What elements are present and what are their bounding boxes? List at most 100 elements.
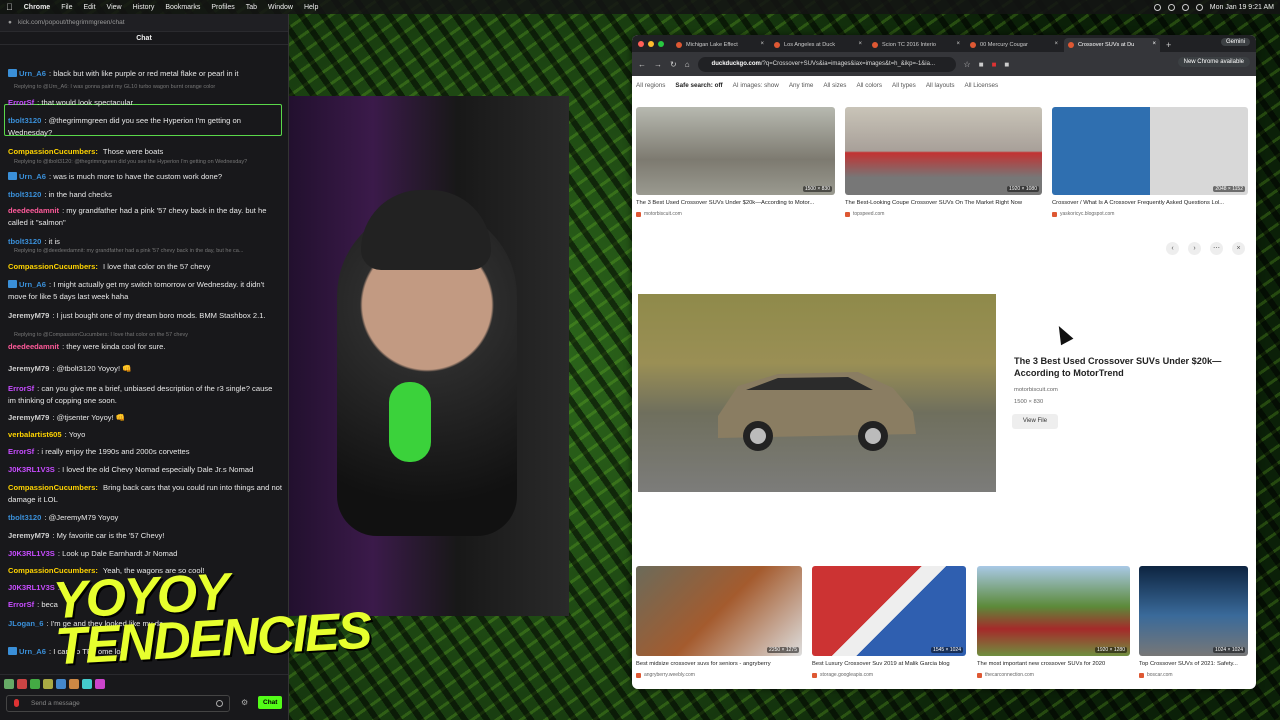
chat-username[interactable]: J0K3RL1V3S xyxy=(8,465,55,474)
chat-message[interactable]: Urn_A6: black but with like purple or re… xyxy=(8,68,282,80)
image-caption[interactable]: Best Luxury Crossover Suv 2019 at Malik … xyxy=(812,661,966,667)
microphone-icon[interactable] xyxy=(14,699,19,707)
reply-reference[interactable]: Replying to @deedeedamnit: my grandfathe… xyxy=(14,248,279,254)
previous-image-button[interactable]: ‹ xyxy=(1166,242,1179,255)
chat-username[interactable]: verbalartist605 xyxy=(8,430,62,439)
menu-edit[interactable]: Edit xyxy=(83,4,95,11)
image-caption[interactable]: The most important new crossover SUVs fo… xyxy=(977,661,1130,667)
more-options-icon[interactable]: ⋯ xyxy=(1210,242,1223,255)
reload-icon[interactable]: ↻ xyxy=(670,60,677,69)
next-image-button[interactable]: › xyxy=(1188,242,1201,255)
image-source[interactable]: boscar.com xyxy=(1139,672,1173,678)
chat-message-input[interactable]: Send a message xyxy=(6,695,230,712)
gemini-button[interactable]: Gemini xyxy=(1220,38,1250,46)
search-icon[interactable] xyxy=(1195,3,1203,11)
chat-username[interactable]: tbolt3120 xyxy=(8,237,41,246)
image-result[interactable]: 1500 × 830 xyxy=(636,107,835,195)
image-source[interactable]: topspeed.com xyxy=(845,211,884,217)
chat-username[interactable]: tbolt3120 xyxy=(8,513,41,522)
home-icon[interactable]: ⌂ xyxy=(685,60,690,69)
image-caption[interactable]: The 3 Best Used Crossover SUVs Under $20… xyxy=(636,200,835,206)
image-source[interactable]: angryberry.weebly.com xyxy=(636,672,695,678)
image-result[interactable]: 1920 × 1080 xyxy=(845,107,1042,195)
detail-title[interactable]: The 3 Best Used Crossover SUVs Under $20… xyxy=(1014,355,1224,379)
chat-username[interactable]: ErrorSf xyxy=(8,600,34,609)
emote-icon[interactable] xyxy=(43,679,53,689)
close-icon[interactable]: × xyxy=(956,41,960,47)
emote-icon[interactable] xyxy=(17,679,27,689)
chat-message[interactable]: JeremyM79: @tbolt3120 Yoyoy! 👊 xyxy=(8,363,282,375)
chat-username[interactable]: Urn_A6 xyxy=(19,172,46,181)
filter-size[interactable]: All sizes xyxy=(823,82,846,89)
chat-message[interactable]: ErrorSf: that would look spectacular xyxy=(8,97,282,109)
menu-tab[interactable]: Tab xyxy=(246,4,257,11)
chat-username[interactable]: Urn_A6 xyxy=(19,647,46,656)
chat-message[interactable]: ErrorSf: i really enjoy the 1990s and 20… xyxy=(8,446,282,458)
browser-tab[interactable]: Los Angeles at Duck × xyxy=(770,38,866,52)
filter-ai-images[interactable]: AI images: show xyxy=(733,82,779,89)
filter-layout[interactable]: All layouts xyxy=(926,82,955,89)
chat-send-button[interactable]: Chat xyxy=(258,696,283,709)
chat-message[interactable]: tbolt3120: it is xyxy=(8,236,282,248)
image-source[interactable]: thecarconnection.com xyxy=(977,672,1034,678)
menu-history[interactable]: History xyxy=(133,4,155,11)
menu-help[interactable]: Help xyxy=(304,4,318,11)
menu-profiles[interactable]: Profiles xyxy=(211,4,234,11)
chat-url[interactable]: kick.com/popout/thegrimmgreen/chat xyxy=(18,19,125,26)
gear-icon[interactable]: ⚙ xyxy=(241,698,248,707)
chat-username[interactable]: Urn_A6 xyxy=(19,280,46,289)
menu-file[interactable]: File xyxy=(61,4,72,11)
emote-icon[interactable] xyxy=(30,679,40,689)
chat-username[interactable]: CompassionCucumbers: xyxy=(8,483,98,492)
filter-region[interactable]: All regions xyxy=(636,82,665,89)
emote-icon[interactable] xyxy=(69,679,79,689)
extension-icon[interactable]: ■ xyxy=(979,60,984,69)
chat-username[interactable]: tbolt3120 xyxy=(8,190,41,199)
browser-tab[interactable]: Michigan Lake Effect × xyxy=(672,38,768,52)
close-icon[interactable]: × xyxy=(1152,41,1156,47)
chat-message[interactable]: tbolt3120: @JeremyM79 Yoyoy xyxy=(8,512,282,524)
chat-message[interactable]: JeremyM79: I just bought one of my dream… xyxy=(8,310,282,322)
image-result[interactable]: 1024 × 1024 xyxy=(1139,566,1248,656)
filter-color[interactable]: All colors xyxy=(856,82,882,89)
chat-username[interactable]: J0K3RL1V3S xyxy=(8,549,55,558)
chat-message[interactable]: tbolt3120: @thegrimmgreen did you see th… xyxy=(8,115,282,139)
close-icon[interactable]: × xyxy=(1232,242,1245,255)
chat-username[interactable]: ErrorSf xyxy=(8,384,34,393)
image-result[interactable]: 1545 × 1024 xyxy=(812,566,966,656)
chat-username[interactable]: Urn_A6 xyxy=(19,69,46,78)
chat-message[interactable]: J0K3RL1V3S: I loved the old Chevy Nomad … xyxy=(8,464,282,476)
chat-username[interactable]: J0K3RL1V3S xyxy=(8,583,55,592)
browser-tab[interactable]: Scion TC 2016 Interio × xyxy=(868,38,964,52)
menubar-datetime[interactable]: Mon Jan 19 9:21 AM xyxy=(1210,4,1274,11)
browser-tab[interactable]: 00 Mercury Cougar × xyxy=(966,38,1062,52)
battery-icon[interactable] xyxy=(1181,3,1189,11)
menu-window[interactable]: Window xyxy=(268,4,293,11)
chat-message[interactable]: J0K3RL1V3S: Look up Dale Earnhardt Jr No… xyxy=(8,548,282,560)
chat-username[interactable]: JeremyM79 xyxy=(8,364,49,373)
filter-license[interactable]: All Licenses xyxy=(965,82,999,89)
chat-message[interactable]: ErrorSf: can you give me a brief, unbias… xyxy=(8,383,282,407)
emote-icon[interactable] xyxy=(95,679,105,689)
chat-username[interactable]: ErrorSf xyxy=(8,98,34,107)
menu-bookmarks[interactable]: Bookmarks xyxy=(165,4,200,11)
image-source[interactable]: storage.googleapis.com xyxy=(812,672,873,678)
chat-username[interactable]: tbolt3120 xyxy=(8,116,41,125)
chat-username[interactable]: CompassionCucumbers: xyxy=(8,147,98,156)
close-icon[interactable]: × xyxy=(1054,41,1058,47)
menu-app-name[interactable]: Chrome xyxy=(24,4,50,11)
chat-message[interactable]: CompassionCucumbers: Bring back cars tha… xyxy=(8,482,282,506)
emote-icon[interactable] xyxy=(82,679,92,689)
image-caption[interactable]: The Best-Looking Coupe Crossover SUVs On… xyxy=(845,200,1042,206)
chat-message[interactable]: Urn_A6: was is much more to have the cus… xyxy=(8,171,282,183)
view-file-button[interactable]: View File xyxy=(1012,414,1058,429)
forward-arrow-icon[interactable]: → xyxy=(654,60,662,69)
chat-username[interactable]: deedeedamnit xyxy=(8,206,59,215)
image-caption[interactable]: Top Crossover SUVs of 2021: Safety... xyxy=(1139,661,1248,667)
detail-source[interactable]: motorbiscuit.com xyxy=(1014,387,1058,393)
address-bar[interactable]: duckduckgo.com/?q=Crossover+SUVs&ia=imag… xyxy=(697,56,956,72)
emote-icon[interactable] xyxy=(4,679,14,689)
maximize-window-button[interactable] xyxy=(658,41,664,47)
browser-tab-active[interactable]: Crossover SUVs at Du × xyxy=(1064,38,1160,52)
new-chrome-available-button[interactable]: New Chrome available xyxy=(1177,57,1250,67)
